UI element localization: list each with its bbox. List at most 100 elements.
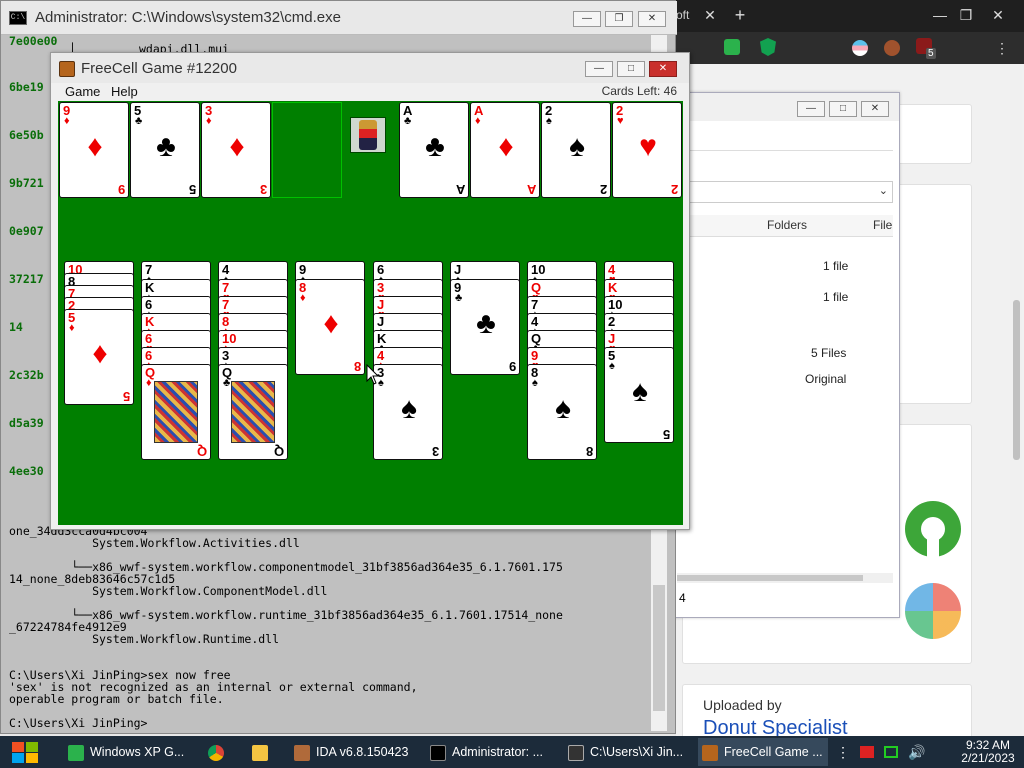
- volume-icon[interactable]: 🔊: [908, 744, 925, 761]
- status-text: 4: [679, 591, 686, 605]
- list-item[interactable]: 1 file: [677, 290, 891, 310]
- list-item[interactable]: Original: [677, 372, 891, 392]
- taskbar-item-freecell[interactable]: FreeCell Game ...: [698, 738, 828, 766]
- playing-card[interactable]: 9 ♣ ♣ 9: [450, 279, 520, 375]
- taskbar-item-chrome[interactable]: [204, 738, 234, 766]
- minimize-button[interactable]: —: [585, 61, 613, 77]
- menu-game[interactable]: Game: [65, 84, 100, 99]
- column-folders[interactable]: Folders: [767, 218, 807, 232]
- console-text: 6e50b: [9, 128, 44, 142]
- chevron-down-icon[interactable]: ⌄: [879, 184, 888, 197]
- console-text: 2c32b: [9, 368, 44, 382]
- ublock-badge: 5: [926, 48, 936, 59]
- browser-menu-icon[interactable]: ⋮: [990, 37, 1014, 59]
- taskbar-item-explorer[interactable]: [248, 738, 278, 766]
- taskbar-item-windows-xp[interactable]: Windows XP G...: [64, 738, 198, 766]
- card-rank-bottom: Q: [273, 444, 284, 459]
- mouse-cursor-icon: [366, 364, 380, 385]
- horizontal-scrollbar[interactable]: [677, 573, 893, 583]
- column-file[interactable]: File: [873, 218, 892, 232]
- taskbar-item-7zip[interactable]: C:\Users\Xi Jin...: [564, 738, 692, 766]
- close-button[interactable]: ✕: [638, 11, 666, 27]
- list-item[interactable]: 5 Files: [677, 346, 891, 366]
- taskbar-label: FreeCell Game ...: [724, 745, 823, 759]
- card-rank-bottom: A: [455, 182, 465, 197]
- card-center-suit: ♠: [555, 392, 571, 425]
- flag-extension-icon[interactable]: [852, 40, 868, 56]
- chrome-icon: [208, 744, 224, 761]
- close-button[interactable]: ✕: [649, 61, 677, 77]
- taskbar-item-ida[interactable]: IDA v6.8.150423: [290, 738, 418, 766]
- card-rank-bottom: 8: [353, 359, 361, 374]
- card-center-suit: ♠: [569, 130, 585, 163]
- game-table[interactable]: 9♦♦95♣♣53♦♦3A♣♣AA♦♦A2♠♠22♥♥210♥8♠7♦2♥5♦♦…: [58, 101, 683, 525]
- browser-tab-strip: oft ✕ + — ❐ ✕: [676, 0, 1024, 32]
- explorer-titlebar: — □ ✕: [669, 93, 899, 121]
- menu-help[interactable]: Help: [111, 84, 138, 99]
- shield-extension-icon[interactable]: [760, 38, 776, 56]
- cmd-title: Administrator: C:\Windows\system32\cmd.e…: [35, 9, 341, 26]
- playing-card[interactable]: Q ♦ Q: [141, 364, 211, 460]
- start-button[interactable]: [8, 740, 44, 764]
- console-text: 9b721: [9, 176, 44, 190]
- close-window-button[interactable]: ✕: [986, 4, 1010, 26]
- playing-card[interactable]: 5 ♠ ♠ 5: [604, 347, 674, 443]
- explorer-body: ⌄ Folders File 1 file 1 file 5 Files Ori…: [677, 121, 893, 611]
- playing-card[interactable]: 2 ♠ ♠ 2: [541, 102, 611, 198]
- close-button[interactable]: ✕: [861, 101, 889, 117]
- playing-card[interactable]: 3 ♠ ♠ 3: [373, 364, 443, 460]
- card-center-suit: ♦: [498, 130, 514, 163]
- address-bar[interactable]: ⌄: [677, 181, 893, 203]
- flag-tray-icon[interactable]: [860, 746, 874, 758]
- card-rank-bottom: 3: [259, 182, 267, 197]
- playing-card[interactable]: Q ♣ Q: [218, 364, 288, 460]
- card-suit: ♣: [404, 115, 412, 127]
- network-tray-icon[interactable]: [884, 746, 898, 758]
- freecell-menubar: Game Help: [51, 83, 689, 101]
- maximize-button[interactable]: ❐: [954, 4, 978, 26]
- card-rank-bottom: 5: [188, 182, 196, 197]
- cmd-icon: C:\: [9, 11, 27, 25]
- page-scrollbar-thumb[interactable]: [1013, 300, 1020, 460]
- clock-date: 2/21/2023: [961, 751, 1015, 765]
- playing-card[interactable]: 8 ♠ ♠ 8: [527, 364, 597, 460]
- playing-card[interactable]: 9 ♦ ♦ 9: [59, 102, 129, 198]
- list-item[interactable]: 1 file: [677, 259, 891, 279]
- taskbar-item-cmd[interactable]: Administrator: ...: [426, 738, 558, 766]
- maximize-button[interactable]: □: [829, 101, 857, 117]
- playing-card[interactable]: 2 ♥ ♥ 2: [612, 102, 682, 198]
- avatar-extension-icon[interactable]: [884, 40, 900, 56]
- colorful-logo-icon: [905, 583, 961, 639]
- overflow-icon[interactable]: ⋮: [836, 744, 850, 761]
- card-suit: ♣: [223, 377, 231, 389]
- freecell-titlebar: FreeCell Game #12200 — □ ✕: [51, 53, 689, 83]
- minimize-button[interactable]: —: [797, 101, 825, 117]
- cmd-scrollbar-thumb[interactable]: [653, 585, 665, 711]
- console-text: 6be19: [9, 80, 44, 94]
- close-tab-button[interactable]: ✕: [698, 4, 722, 26]
- new-tab-button[interactable]: +: [728, 4, 752, 26]
- playing-card[interactable]: A ♣ ♣ A: [399, 102, 469, 198]
- maximize-button[interactable]: ❐: [605, 11, 633, 27]
- card-center-suit: ♠: [401, 392, 417, 425]
- explorer-toolbar: [677, 129, 893, 151]
- playing-card[interactable]: 3 ♦ ♦ 3: [201, 102, 271, 198]
- face-card-art: [231, 381, 275, 443]
- playing-card[interactable]: 5 ♣ ♣ 5: [130, 102, 200, 198]
- king-icon[interactable]: [350, 117, 386, 153]
- playing-card[interactable]: 5 ♦ ♦ 5: [64, 309, 134, 405]
- clock[interactable]: 9:32 AM 2/21/2023: [958, 739, 1018, 765]
- card-rank-bottom: 5: [662, 427, 670, 442]
- playing-card[interactable]: 8 ♦ ♦ 8: [295, 279, 365, 375]
- freecell-title: FreeCell Game #12200: [81, 60, 237, 77]
- playing-card[interactable]: A ♦ ♦ A: [470, 102, 540, 198]
- empty-free-cell[interactable]: [272, 102, 342, 198]
- minimize-button[interactable]: —: [928, 4, 952, 26]
- maximize-button[interactable]: □: [617, 61, 645, 77]
- minimize-button[interactable]: —: [573, 11, 601, 27]
- taskbar-label: IDA v6.8.150423: [316, 745, 409, 759]
- card-center-suit: ♦: [229, 130, 245, 163]
- cards-left-label: Cards Left:: [601, 84, 661, 98]
- tab-fragment[interactable]: oft: [676, 8, 689, 22]
- extension-icon-green[interactable]: [724, 39, 740, 55]
